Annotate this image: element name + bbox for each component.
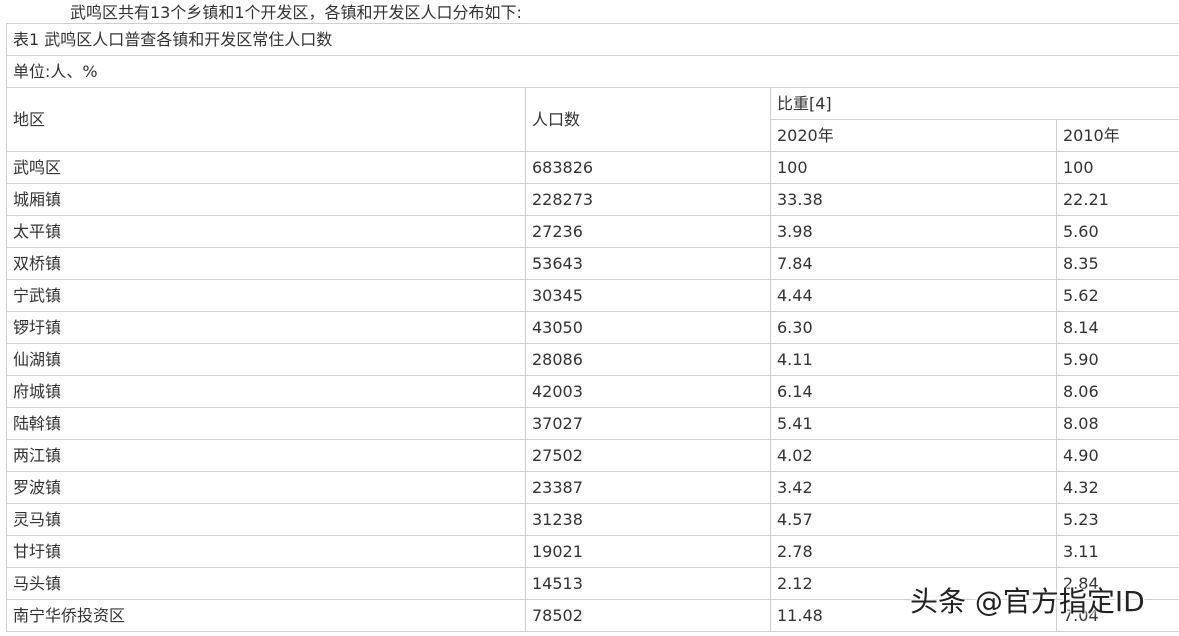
table-row: 陆斡镇 37027 5.41 8.08 [6, 407, 1179, 440]
cell-population: 19021 [525, 535, 771, 568]
cell-population: 78502 [525, 599, 771, 632]
cell-population: 28086 [525, 343, 771, 376]
cell-share-2020: 100 [770, 151, 1057, 184]
cell-region: 罗波镇 [6, 471, 526, 504]
cell-share-2010: 5.90 [1055, 343, 1179, 376]
watermark-text: 头条 @官方指定ID [910, 585, 1145, 618]
intro-text: 武鸣区共有13个乡镇和1个开发区，各镇和开发区人口分布如下: [70, 3, 522, 22]
cell-population: 31238 [525, 503, 771, 536]
cell-region: 宁武镇 [6, 279, 526, 312]
table-row: 武鸣区 683826 100 100 [6, 151, 1179, 184]
header-population: 人口数 [525, 87, 771, 152]
cell-share-2020: 4.11 [770, 343, 1057, 376]
cell-region: 陆斡镇 [6, 407, 526, 440]
cell-region: 锣圩镇 [6, 311, 526, 344]
header-year-2010: 2010年 [1055, 119, 1179, 152]
cell-share-2020: 6.14 [770, 375, 1057, 408]
cell-share-2020: 5.41 [770, 407, 1057, 440]
cell-region: 马头镇 [6, 567, 526, 600]
cell-share-2020: 4.44 [770, 279, 1057, 312]
cell-population: 42003 [525, 375, 771, 408]
table-row: 两江镇 27502 4.02 4.90 [6, 439, 1179, 472]
table-unit-row: 单位:人、% [5, 55, 1179, 88]
table-caption-row: 表1 武鸣区人口普查各镇和开发区常住人口数 [5, 23, 1179, 56]
cell-population: 30345 [525, 279, 771, 312]
cell-region: 仙湖镇 [6, 343, 526, 376]
table-row: 府城镇 42003 6.14 8.06 [6, 375, 1179, 408]
table-row: 仙湖镇 28086 4.11 5.90 [6, 343, 1179, 376]
cell-share-2010: 5.23 [1055, 503, 1179, 536]
header-share: 比重[4] [769, 87, 1179, 120]
cell-population: 27236 [525, 215, 771, 248]
cell-population: 37027 [525, 407, 771, 440]
cell-share-2010: 22.21 [1055, 183, 1179, 216]
cell-share-2010: 8.08 [1055, 407, 1179, 440]
cell-population: 228273 [525, 183, 771, 216]
cell-share-2010: 5.60 [1055, 215, 1179, 248]
cell-share-2020: 4.57 [770, 503, 1057, 536]
cell-region: 两江镇 [6, 439, 526, 472]
cell-share-2020: 3.98 [770, 215, 1057, 248]
cell-share-2020: 2.78 [770, 535, 1057, 568]
cell-region: 太平镇 [6, 215, 526, 248]
cell-population: 53643 [525, 247, 771, 280]
cell-share-2010: 3.11 [1055, 535, 1179, 568]
table-row: 罗波镇 23387 3.42 4.32 [6, 471, 1179, 504]
cell-share-2020: 33.38 [770, 183, 1057, 216]
cell-region: 甘圩镇 [6, 535, 526, 568]
cell-region: 武鸣区 [6, 151, 526, 184]
cell-share-2020: 6.30 [770, 311, 1057, 344]
cell-share-2010: 4.90 [1055, 439, 1179, 472]
header-year-2020: 2020年 [770, 119, 1057, 152]
cell-population: 683826 [525, 151, 771, 184]
cell-share-2010: 4.32 [1055, 471, 1179, 504]
table-row: 双桥镇 53643 7.84 8.35 [6, 247, 1179, 280]
cell-population: 14513 [525, 567, 771, 600]
cell-share-2010: 8.35 [1055, 247, 1179, 280]
table-row: 锣圩镇 43050 6.30 8.14 [6, 311, 1179, 344]
cell-population: 23387 [525, 471, 771, 504]
cell-region: 府城镇 [6, 375, 526, 408]
table-row: 太平镇 27236 3.98 5.60 [6, 215, 1179, 248]
cell-share-2020: 4.02 [770, 439, 1057, 472]
header-region: 地区 [6, 87, 526, 152]
cell-share-2020: 3.42 [770, 471, 1057, 504]
cell-population: 43050 [525, 311, 771, 344]
cell-region: 灵马镇 [6, 503, 526, 536]
cell-region: 南宁华侨投资区 [6, 599, 526, 632]
cell-share-2010: 100 [1055, 151, 1179, 184]
table-header-row: 地区 人口数 比重[4] [6, 87, 1179, 152]
population-table: 表1 武鸣区人口普查各镇和开发区常住人口数 单位:人、% 地区 人口数 比重[4… [5, 23, 1179, 632]
cell-share-2010: 8.06 [1055, 375, 1179, 408]
table-row: 灵马镇 31238 4.57 5.23 [6, 503, 1179, 536]
table-row: 甘圩镇 19021 2.78 3.11 [6, 535, 1179, 568]
table-row: 宁武镇 30345 4.44 5.62 [6, 279, 1179, 312]
table-row: 城厢镇 228273 33.38 22.21 [6, 183, 1179, 216]
cell-share-2010: 5.62 [1055, 279, 1179, 312]
table-caption: 表1 武鸣区人口普查各镇和开发区常住人口数 [5, 23, 1179, 56]
table-unit: 单位:人、% [5, 55, 1179, 88]
cell-share-2010: 8.14 [1055, 311, 1179, 344]
cell-region: 双桥镇 [6, 247, 526, 280]
cell-region: 城厢镇 [6, 183, 526, 216]
cell-share-2020: 7.84 [770, 247, 1057, 280]
cell-population: 27502 [525, 439, 771, 472]
